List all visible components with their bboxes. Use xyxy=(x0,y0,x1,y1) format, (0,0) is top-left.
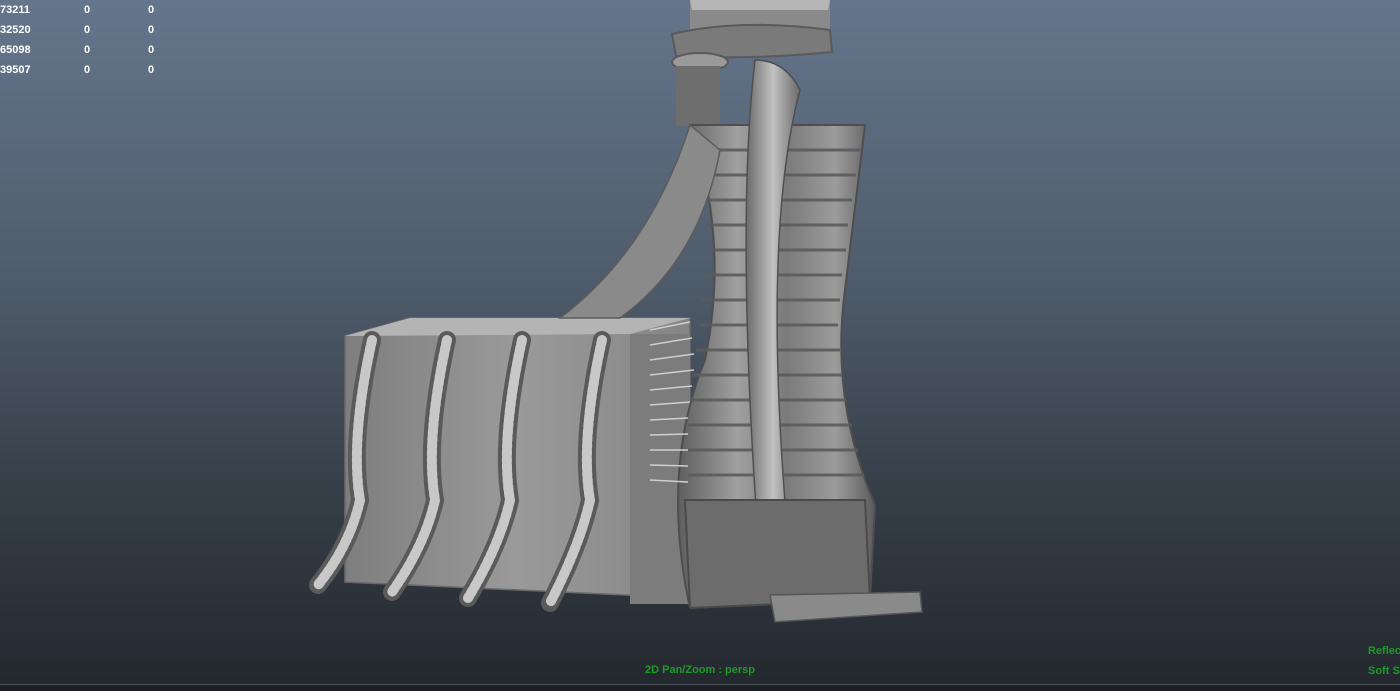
viewport-persp[interactable]: 73211 0 0 32520 0 0 65098 0 0 39507 0 0 … xyxy=(0,0,1400,684)
hud-value: 73211 xyxy=(0,4,30,16)
hud-value: 65098 xyxy=(0,44,31,56)
hud-value: 0 xyxy=(148,4,155,16)
hud-value: 0 xyxy=(84,24,91,36)
hud-value: 0 xyxy=(84,4,91,16)
hud-value: 32520 xyxy=(0,24,31,36)
status-reflection: Reflec xyxy=(1368,645,1400,657)
sculpture-model[interactable] xyxy=(0,0,1400,684)
camera-label: 2D Pan/Zoom : persp xyxy=(645,664,756,676)
hud-value: 0 xyxy=(148,44,155,56)
hud-value: 0 xyxy=(148,24,155,36)
hud-value: 0 xyxy=(148,64,155,76)
status-soft-select: Soft S xyxy=(1368,665,1400,677)
hud-value: 0 xyxy=(84,44,91,56)
hud-value: 0 xyxy=(84,64,91,76)
hud-value: 39507 xyxy=(0,64,31,76)
